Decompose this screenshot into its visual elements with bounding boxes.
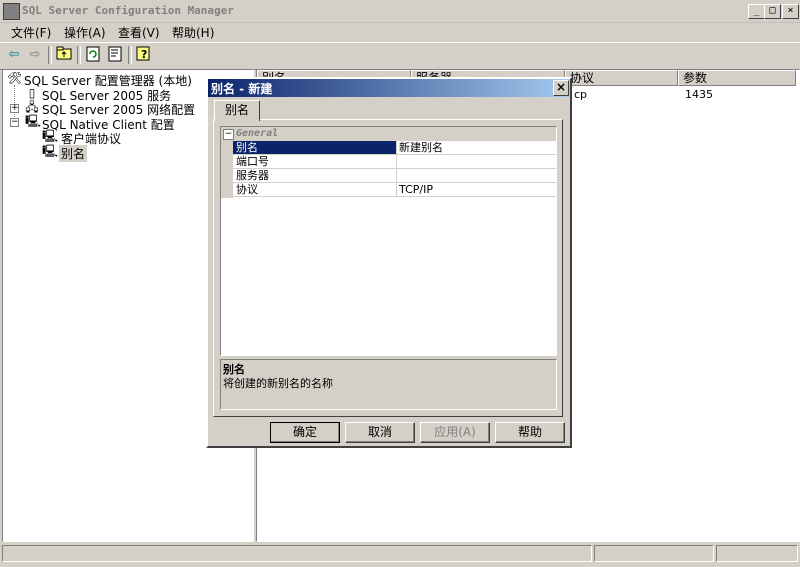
description-text: 将创建的新别名的名称 [223,377,333,390]
menu-view[interactable]: 查看(V) [118,24,160,40]
client-icon: 🖳 [25,114,42,128]
back-icon[interactable]: ⇦ [5,46,23,64]
menu-action[interactable]: 操作(A) [64,24,106,40]
apply-button[interactable]: 应用(A) [420,422,490,443]
category-collapse-icon[interactable]: − [223,129,234,140]
help-button[interactable]: 帮助 [495,422,565,443]
menu-help[interactable]: 帮助(H) [172,24,214,40]
network-icon: 🖧 [25,100,39,114]
cell-protocol: cp [574,88,588,101]
dialog-title: 别名 - 新建 [211,82,273,96]
property-name-port[interactable]: 端口号 [233,155,396,169]
tree-item-aliases[interactable]: 别名 [59,145,88,162]
dialog-close-icon[interactable]: × [553,80,569,96]
help-icon[interactable]: ? [135,46,153,64]
refresh-icon[interactable] [84,46,102,64]
toolbar-separator [128,46,132,64]
toolbar-separator [48,46,52,64]
column-header-params[interactable]: 参数 [678,70,796,86]
cancel-button[interactable]: 取消 [345,422,415,443]
services-icon: ▯ [28,86,36,100]
cell-params: 1435 [685,88,713,101]
status-segment-2 [594,545,714,562]
collapse-icon[interactable]: − [10,118,19,127]
column-header-protocol[interactable]: 协议 [565,70,678,86]
maximize-button[interactable]: □ [764,4,781,19]
window-title: SQL Server Configuration Manager [22,4,234,17]
up-folder-icon[interactable] [55,46,73,64]
protocol-icon: 🖳 [42,129,59,143]
property-name-server[interactable]: 服务器 [233,169,396,183]
property-name-alias[interactable]: 别名 [233,141,396,155]
menu-file[interactable]: 文件(F) [11,24,51,40]
property-value-server[interactable] [396,169,556,183]
status-segment-3 [716,545,798,562]
expand-icon[interactable]: + [10,104,19,113]
ok-button[interactable]: 确定 [270,422,340,443]
category-label: General [236,128,279,139]
server-config-icon: 🛠 [7,71,23,85]
property-value-port[interactable] [396,155,556,169]
forward-icon[interactable]: ⇨ [26,46,44,64]
close-button[interactable]: × [782,4,799,19]
minimize-button[interactable]: _ [748,4,765,19]
status-segment-main [2,545,592,562]
tab-alias[interactable]: 别名 [214,100,260,121]
svg-text:?: ? [141,48,147,61]
alias-icon: 🖳 [42,144,59,158]
app-icon [3,3,20,20]
toolbar-separator [77,46,81,64]
export-icon[interactable] [106,46,124,64]
property-value-alias[interactable]: 新建别名 [396,141,556,155]
property-name-protocol[interactable]: 协议 [233,183,396,197]
property-value-protocol[interactable]: TCP/IP [396,183,556,197]
property-gutter [221,141,233,198]
